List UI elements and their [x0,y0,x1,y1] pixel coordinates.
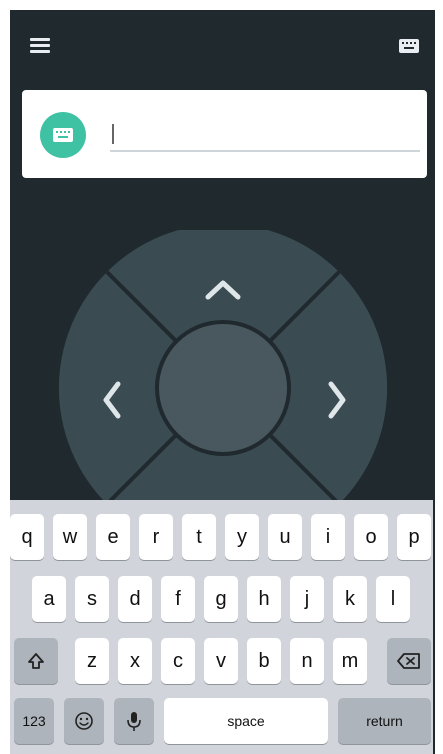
emoji-key[interactable] [64,698,104,744]
menu-button[interactable] [22,32,62,62]
key-g[interactable]: g [204,576,238,622]
space-key[interactable]: space [164,698,328,744]
shift-key[interactable] [14,638,58,684]
key-p[interactable]: p [397,514,431,560]
key-u[interactable]: u [268,514,302,560]
key-y[interactable]: y [225,514,259,560]
keyboard-icon [399,39,419,53]
dpad [10,223,435,553]
key-i[interactable]: i [311,514,345,560]
key-k[interactable]: k [333,576,367,622]
return-key[interactable]: return [338,698,431,744]
key-o[interactable]: o [354,514,388,560]
key-v[interactable]: v [204,638,238,684]
keyboard-toggle-button[interactable] [393,32,425,60]
keyboard-icon [53,128,73,142]
key-f[interactable]: f [161,576,195,622]
backspace-icon [397,653,420,669]
key-m[interactable]: m [333,638,367,684]
dpad-center-button[interactable] [159,324,287,452]
menu-icon [30,38,50,41]
key-r[interactable]: r [139,514,173,560]
key-n[interactable]: n [290,638,324,684]
backspace-key[interactable] [387,638,431,684]
numbers-key[interactable]: 123 [14,698,54,744]
text-input-card [22,90,427,178]
microphone-icon [127,712,141,731]
keyboard-avatar [40,112,86,158]
shift-icon [28,653,44,669]
key-t[interactable]: t [182,514,216,560]
key-l[interactable]: l [376,576,410,622]
key-b[interactable]: b [247,638,281,684]
remote-text-input[interactable] [110,116,420,152]
key-d[interactable]: d [118,576,152,622]
emoji-icon [75,712,93,730]
key-q[interactable]: q [10,514,44,560]
key-e[interactable]: e [96,514,130,560]
dpad-graphic [58,223,388,553]
key-a[interactable]: a [32,576,66,622]
key-x[interactable]: x [118,638,152,684]
key-z[interactable]: z [75,638,109,684]
key-s[interactable]: s [75,576,109,622]
dictation-key[interactable] [114,698,154,744]
on-screen-keyboard: q w e r t y u i o p a s d f g h j k l z … [10,500,433,754]
top-bar [10,10,435,80]
key-w[interactable]: w [53,514,87,560]
key-j[interactable]: j [290,576,324,622]
key-h[interactable]: h [247,576,281,622]
text-caret [112,124,114,144]
key-c[interactable]: c [161,638,195,684]
